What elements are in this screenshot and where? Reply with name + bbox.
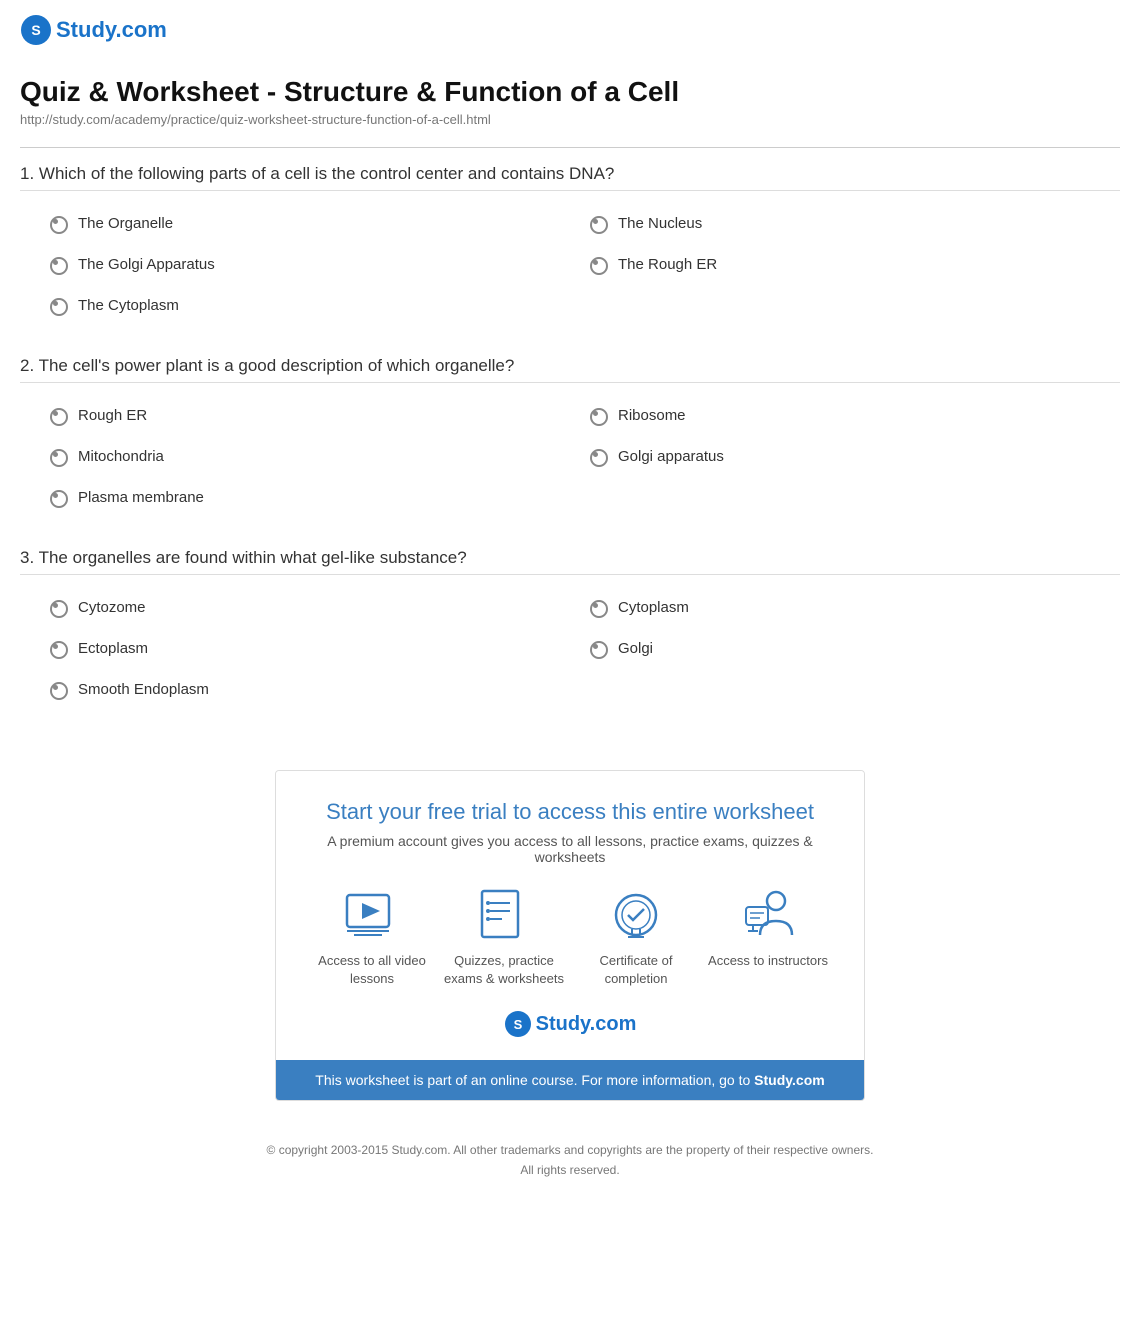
radio-icon — [50, 600, 66, 616]
option-label: Plasma membrane — [78, 489, 204, 506]
question-2-options: Rough ER Ribosome Mitochondria Golgi appara… — [40, 395, 1120, 518]
radio-icon — [50, 216, 66, 232]
cta-container: Start your free trial to access this ent… — [0, 760, 1140, 1121]
option-item[interactable]: The Nucleus — [580, 203, 1120, 244]
question-1: 1. Which of the following parts of a cel… — [20, 164, 1120, 326]
cta-logo-text: Study.com — [536, 1013, 637, 1036]
option-label: Golgi apparatus — [618, 448, 724, 465]
option-item[interactable]: Golgi — [580, 628, 1120, 669]
instructor-icon — [738, 887, 798, 942]
option-item[interactable]: Ribosome — [580, 395, 1120, 436]
question-2-text: 2. The cell's power plant is a good desc… — [20, 356, 1120, 383]
radio-icon — [50, 449, 66, 465]
radio-icon — [50, 641, 66, 657]
cta-title: Start your free trial to access this ent… — [306, 799, 834, 825]
svg-text:S: S — [31, 22, 40, 38]
question-3: 3. The organelles are found within what … — [20, 548, 1120, 710]
radio-icon — [50, 257, 66, 273]
option-label: Smooth Endoplasm — [78, 681, 209, 698]
copyright-line2: All rights reserved. — [20, 1161, 1120, 1180]
quiz-icon — [474, 887, 534, 942]
page-url: http://study.com/academy/practice/quiz-w… — [20, 112, 1120, 127]
option-label: Golgi — [618, 640, 653, 657]
cta-feature: Access to all video lessons — [312, 887, 432, 988]
option-item[interactable]: Ectoplasm — [40, 628, 580, 669]
logo[interactable]: S Study.com — [20, 14, 167, 46]
page-title: Quiz & Worksheet - Structure & Function … — [20, 76, 1120, 108]
radio-icon — [590, 257, 606, 273]
copyright-line1: © copyright 2003-2015 Study.com. All oth… — [20, 1141, 1120, 1160]
cta-feature-label: Access to instructors — [708, 952, 828, 970]
option-label: The Rough ER — [618, 256, 717, 273]
cta-feature-label: Quizzes, practice exams & worksheets — [444, 952, 564, 988]
question-1-text: 1. Which of the following parts of a cel… — [20, 164, 1120, 191]
option-label: Cytozome — [78, 599, 146, 616]
header: S Study.com — [0, 0, 1140, 56]
cta-inner: Start your free trial to access this ent… — [276, 771, 864, 1060]
option-item[interactable]: Cytozome — [40, 587, 580, 628]
studycom-logo-icon: S — [20, 14, 52, 46]
empty-cell — [580, 477, 1120, 518]
question-3-options: Cytozome Cytoplasm Ectoplasm Golgi Smooth En… — [40, 587, 1120, 710]
cta-feature: Access to instructors — [708, 887, 828, 988]
cta-box: Start your free trial to access this ent… — [275, 770, 865, 1101]
header-divider — [20, 147, 1120, 148]
cta-subtitle: A premium account gives you access to al… — [306, 833, 834, 865]
radio-icon — [590, 600, 606, 616]
question-1-options: The Organelle The Nucleus The Golgi Appara… — [40, 203, 1120, 326]
option-label: Cytoplasm — [618, 599, 689, 616]
option-item[interactable]: The Cytoplasm — [40, 285, 580, 326]
option-item[interactable]: The Rough ER — [580, 244, 1120, 285]
option-label: Mitochondria — [78, 448, 164, 465]
option-item[interactable]: Plasma membrane — [40, 477, 580, 518]
option-label: The Organelle — [78, 215, 173, 232]
radio-icon — [590, 641, 606, 657]
option-item[interactable]: Rough ER — [40, 395, 580, 436]
option-label: Ribosome — [618, 407, 686, 424]
cta-footer: This worksheet is part of an online cour… — [276, 1060, 864, 1100]
radio-icon — [590, 216, 606, 232]
option-item[interactable]: Smooth Endoplasm — [40, 669, 580, 710]
radio-icon — [50, 490, 66, 506]
option-item[interactable]: The Golgi Apparatus — [40, 244, 580, 285]
question-3-text: 3. The organelles are found within what … — [20, 548, 1120, 575]
option-item[interactable]: Cytoplasm — [580, 587, 1120, 628]
option-label: The Golgi Apparatus — [78, 256, 215, 273]
cta-feature-label: Certificate of completion — [576, 952, 696, 988]
cta-features: Access to all video lessons Quizzes, pra… — [306, 887, 834, 988]
option-label: Ectoplasm — [78, 640, 148, 657]
cta-feature-label: Access to all video lessons — [312, 952, 432, 988]
radio-icon — [590, 449, 606, 465]
certificate-icon — [606, 887, 666, 942]
cta-footer-link[interactable]: Study.com — [754, 1072, 825, 1088]
radio-icon — [50, 408, 66, 424]
option-label: The Cytoplasm — [78, 297, 179, 314]
cta-feature: Quizzes, practice exams & worksheets — [444, 887, 564, 988]
radio-icon — [50, 682, 66, 698]
cta-studycom-logo-icon: S — [504, 1010, 532, 1038]
cta-footer-text: This worksheet is part of an online cour… — [315, 1072, 754, 1088]
option-label: The Nucleus — [618, 215, 702, 232]
empty-cell — [580, 669, 1120, 710]
questions-container: 1. Which of the following parts of a cel… — [20, 164, 1120, 710]
radio-icon — [50, 298, 66, 314]
cta-logo[interactable]: S Study.com — [306, 1010, 834, 1038]
copyright: © copyright 2003-2015 Study.com. All oth… — [0, 1121, 1140, 1199]
option-item[interactable]: The Organelle — [40, 203, 580, 244]
cta-feature: Certificate of completion — [576, 887, 696, 988]
logo-text: Study.com — [56, 17, 167, 43]
option-item[interactable]: Mitochondria — [40, 436, 580, 477]
svg-text:S: S — [513, 1017, 522, 1032]
empty-cell — [580, 285, 1120, 326]
page-content: Quiz & Worksheet - Structure & Function … — [0, 56, 1140, 760]
radio-icon — [590, 408, 606, 424]
video-icon — [342, 887, 402, 942]
question-2: 2. The cell's power plant is a good desc… — [20, 356, 1120, 518]
option-label: Rough ER — [78, 407, 147, 424]
option-item[interactable]: Golgi apparatus — [580, 436, 1120, 477]
